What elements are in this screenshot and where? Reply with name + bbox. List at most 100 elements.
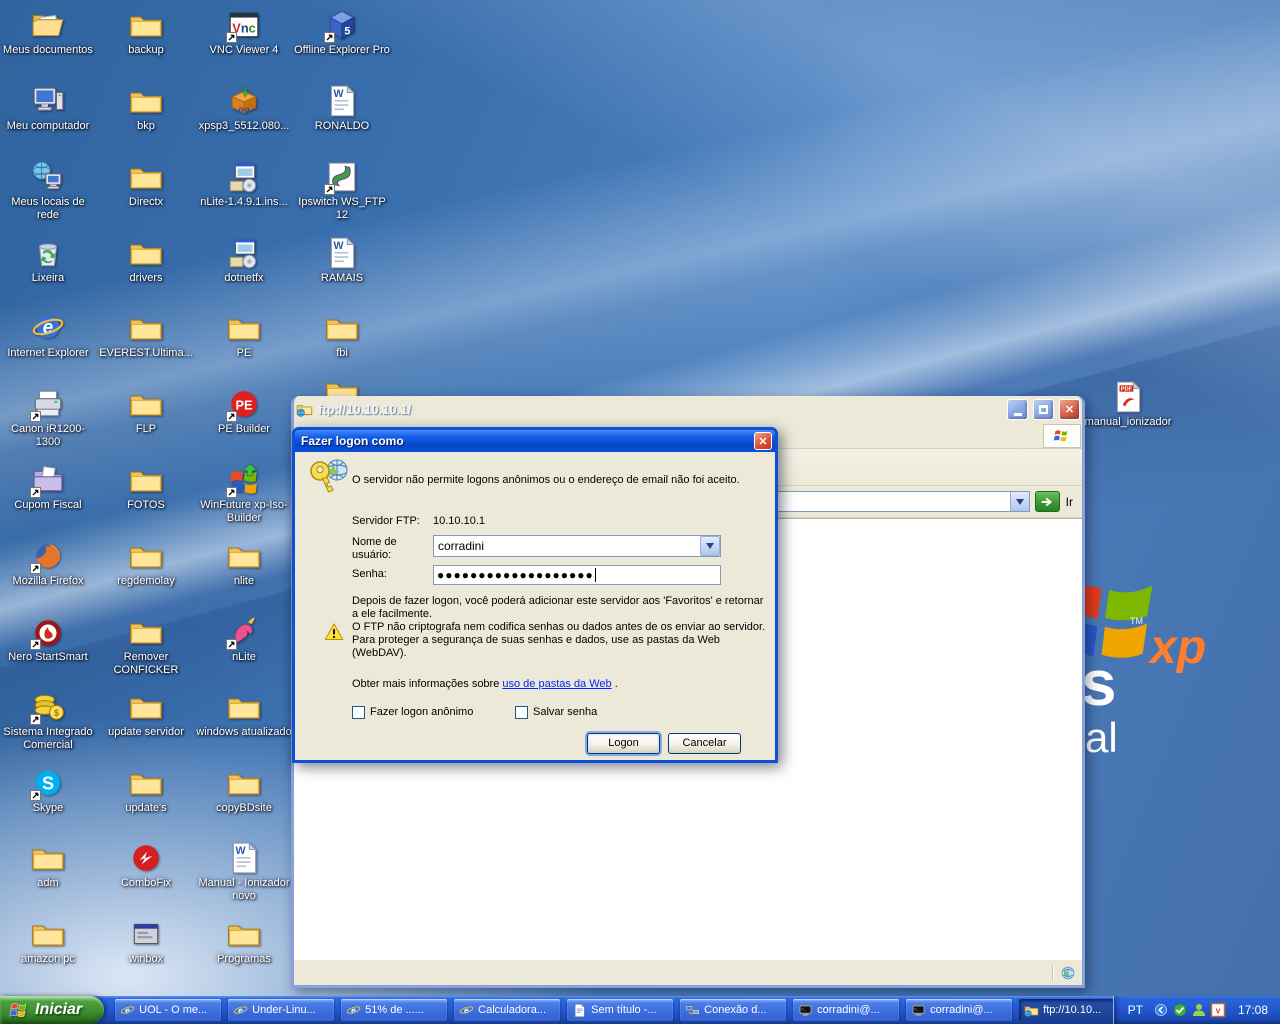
password-field[interactable]: ●●●●●●●●●●●●●●●●●●● — [433, 565, 721, 585]
go-button[interactable] — [1034, 491, 1060, 512]
desktop-icon[interactable]: Ipswitch WS_FTP 12 — [294, 160, 390, 222]
taskbar-task[interactable]: corradini@... — [906, 999, 1013, 1021]
desktop-icon-label: Remover CONFICKER — [113, 651, 179, 676]
desktop-icon-label: manual_ionizador — [1084, 416, 1172, 428]
tray-icon[interactable] — [1153, 1002, 1169, 1018]
taskbar-task[interactable]: Conexão d... — [680, 999, 787, 1021]
username-dropdown-button[interactable] — [700, 536, 720, 556]
maximize-button[interactable] — [1033, 399, 1054, 420]
desktop-icon[interactable]: Meus documentos — [0, 8, 96, 57]
taskbar-task[interactable]: Sem título -... — [567, 999, 674, 1021]
tray-icon[interactable] — [1210, 1002, 1226, 1018]
desktop-icon[interactable]: backup — [98, 8, 194, 57]
desktop-icon[interactable]: Mozilla Firefox — [0, 539, 96, 588]
desktop-icon[interactable]: Meus locais de rede — [0, 160, 96, 222]
save-password-checkbox-label: Salvar senha — [533, 706, 598, 718]
go-label[interactable]: Ir — [1065, 495, 1077, 509]
taskbar-task[interactable]: UOL - O me... — [115, 999, 222, 1021]
desktop-icon[interactable]: manual_ionizador — [1080, 380, 1176, 429]
address-dropdown-button[interactable] — [1009, 492, 1029, 511]
logon-dialog: Fazer logon como ✕ O servidor não permit… — [292, 427, 778, 763]
desktop-icon-label: amazon pc — [21, 953, 75, 965]
desktop-icon[interactable]: update's — [98, 766, 194, 815]
taskbar-task[interactable]: ftp://10.10... — [1019, 999, 1113, 1021]
desktop-icon[interactable]: ComboFix — [98, 841, 194, 890]
desktop-icon[interactable]: drivers — [98, 236, 194, 285]
desktop-icon-image — [129, 311, 163, 345]
desktop-icon[interactable]: Internet Explorer — [0, 311, 96, 360]
desktop-icon[interactable]: adm — [0, 841, 96, 890]
taskbar-task[interactable]: 51% de ...... — [341, 999, 448, 1021]
desktop-icon[interactable]: Sistema Integrado Comercial — [0, 690, 96, 752]
start-button[interactable]: Iniciar — [0, 996, 105, 1024]
desktop-icon[interactable]: nlite — [196, 539, 292, 588]
anonymous-checkbox[interactable] — [352, 706, 365, 719]
save-password-checkbox[interactable] — [515, 706, 528, 719]
desktop-icon[interactable]: FOTOS — [98, 463, 194, 512]
desktop-icon[interactable]: regdemolay — [98, 539, 194, 588]
desktop-icon[interactable]: dotnetfx — [196, 236, 292, 285]
key-globe-icon — [307, 457, 351, 501]
desktop-icon-image — [325, 311, 359, 345]
tray-icon[interactable] — [1191, 1002, 1207, 1018]
desktop-icon[interactable]: Offline Explorer Pro — [294, 8, 390, 57]
desktop-icon[interactable]: Nero StartSmart — [0, 615, 96, 664]
desktop-icon[interactable]: PE Builder — [196, 387, 292, 436]
close-button[interactable]: ✕ — [1059, 399, 1080, 420]
taskbar-task[interactable]: Under-Linu... — [228, 999, 335, 1021]
desktop-icon[interactable]: Lixeira — [0, 236, 96, 285]
desktop-icon[interactable]: RONALDO — [294, 84, 390, 133]
desktop-icon-image — [325, 84, 359, 118]
desktop-icon[interactable]: FLP — [98, 387, 194, 436]
desktop-icon[interactable]: Skype — [0, 766, 96, 815]
desktop-icon-label: FLP — [135, 423, 157, 435]
desktop-icon[interactable]: Meu computador — [0, 84, 96, 133]
dialog-close-button[interactable]: ✕ — [754, 432, 772, 450]
desktop-icon[interactable]: update servidor — [98, 690, 194, 739]
taskbar-task[interactable]: Calculadora... — [454, 999, 561, 1021]
logon-button[interactable]: Logon — [587, 733, 660, 754]
desktop-icon[interactable]: Directx — [98, 160, 194, 209]
desktop-icon[interactable]: WinFuture xp-Iso-Builder — [196, 463, 292, 525]
dialog-titlebar[interactable]: Fazer logon como ✕ — [295, 430, 775, 452]
save-password-checkbox-row: Salvar senha — [515, 706, 597, 719]
desktop-icon[interactable]: copyBDsite — [196, 766, 292, 815]
minimize-button[interactable] — [1007, 399, 1028, 420]
desktop-icon[interactable]: Remover CONFICKER — [98, 615, 194, 677]
desktop-icon-image — [227, 311, 261, 345]
desktop-icon[interactable]: nLite — [196, 615, 292, 664]
desktop-icon[interactable]: Canon iR1200-1300 — [0, 387, 96, 449]
desktop-icon[interactable]: VNC Viewer 4 — [196, 8, 292, 57]
password-label: Senha: — [352, 568, 387, 580]
desktop-icon[interactable]: nLite-1.4.9.1.ins... — [196, 160, 292, 209]
server-value: 10.10.10.1 — [433, 515, 485, 527]
desktop-icon-label: Canon iR1200-1300 — [11, 423, 85, 448]
taskbar-task[interactable]: corradini@... — [793, 999, 900, 1021]
password-dots: ●●●●●●●●●●●●●●●●●●● — [437, 568, 594, 582]
tray-icon[interactable] — [1172, 1002, 1188, 1018]
desktop-icon-image — [129, 8, 163, 42]
desktop-icon[interactable]: windows atualizado — [196, 690, 292, 739]
shortcut-arrow-icon — [30, 639, 41, 650]
desktop-icon[interactable]: Cupom Fiscal — [0, 463, 96, 512]
desktop-icon-image — [129, 160, 163, 194]
desktop-icon-image — [227, 690, 261, 724]
desktop-icon[interactable]: Programas — [196, 917, 292, 966]
clock[interactable]: 17:08 — [1238, 1003, 1268, 1017]
desktop-icon[interactable]: amazon pc — [0, 917, 96, 966]
desktop-icon[interactable]: PE — [196, 311, 292, 360]
desktop-icon[interactable]: Manual - Ionizador novo — [196, 841, 292, 903]
window-titlebar[interactable]: ftp://10.10.10.1/ ✕ — [291, 396, 1085, 423]
windows-flag-icon — [9, 1000, 30, 1021]
desktop-icon[interactable]: bkp — [98, 84, 194, 133]
cancel-button[interactable]: Cancelar — [668, 733, 741, 754]
desktop-icon[interactable]: fbi — [294, 311, 390, 360]
ftp-warning-text: O FTP não criptografa nem codifica senha… — [352, 621, 766, 659]
desktop-icon[interactable]: xpsp3_5512.080... — [196, 84, 292, 133]
desktop-icon[interactable]: winbox — [98, 917, 194, 966]
username-combobox[interactable]: corradini — [433, 535, 721, 557]
desktop-icon[interactable]: EVEREST.Ultima... — [98, 311, 194, 360]
language-indicator[interactable]: PT — [1128, 1003, 1143, 1017]
webdav-link[interactable]: uso de pastas da Web — [502, 678, 611, 690]
desktop-icon[interactable]: RAMAIS — [294, 236, 390, 285]
